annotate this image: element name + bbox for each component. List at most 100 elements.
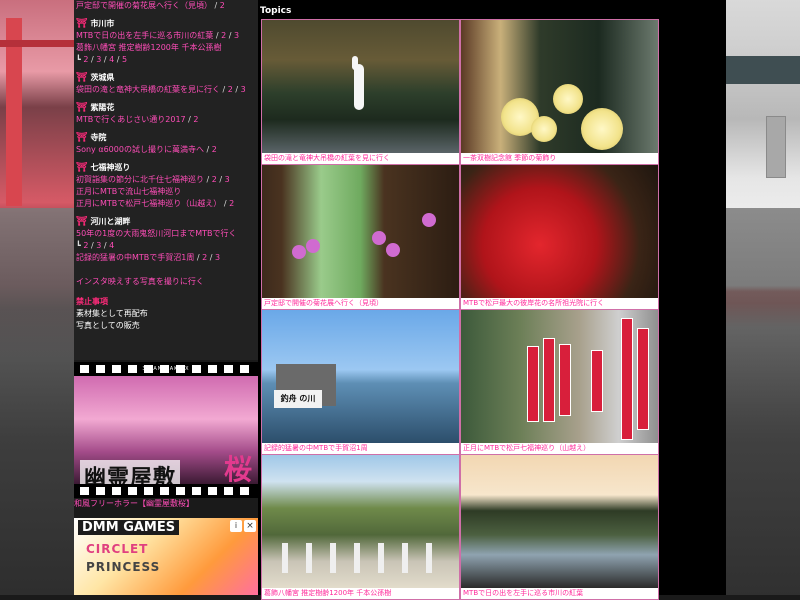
- banner-flag: [559, 344, 571, 416]
- topic-caption[interactable]: 葛飾八幡宮 推定樹齢1200年 千本公孫樹: [262, 588, 459, 599]
- stone-post: [354, 543, 360, 573]
- topic-tile[interactable]: 正月にMTBで松戸七福神巡り（山越え）: [460, 309, 659, 455]
- stone-post: [378, 543, 384, 573]
- sidebar-link[interactable]: 戸定邸で開催の菊花展へ行く（見頃）: [76, 1, 212, 10]
- topic-photo[interactable]: [461, 165, 658, 298]
- chrysanthemum: [581, 108, 623, 150]
- background-left-photo: [0, 0, 74, 595]
- banner-flag: [527, 346, 539, 422]
- sidebar-link[interactable]: MTBで行くあじさい通り2017: [76, 115, 186, 124]
- sidebar-row: ┗ 2 / 3 / 4: [76, 240, 256, 252]
- sidebar: 戸定邸で開催の菊花展へ行く（見頃） / 2 ⛩ 市川市 MTBで日の出を左手に巡る市…: [74, 0, 259, 360]
- sidebar-row: 正月にMTBで流山七福神巡り: [76, 186, 256, 198]
- region-heading: ⛩ 紫陽花: [76, 102, 256, 114]
- sidebar-link[interactable]: 2: [193, 115, 198, 124]
- topic-photo[interactable]: [461, 20, 658, 153]
- sidebar-link[interactable]: 3: [225, 175, 230, 184]
- stone-post: [402, 543, 408, 573]
- topic-photo[interactable]: [262, 165, 459, 298]
- stone-post: [426, 543, 432, 573]
- sidebar-link[interactable]: 2: [212, 145, 217, 154]
- background-right-photo: [726, 0, 800, 595]
- prohibited-title: 禁止事項: [76, 297, 108, 306]
- stone-post: [306, 543, 312, 573]
- separator: /: [232, 85, 241, 94]
- separator: /: [194, 253, 203, 262]
- separator: /: [213, 31, 222, 40]
- topic-caption[interactable]: MTBで日の出を左手に巡る市川の紅葉: [461, 588, 658, 599]
- dmm-ad-banner[interactable]: DMM GAMES CIRCLET PRINCESS i ×: [74, 518, 258, 595]
- topic-caption[interactable]: MTBで松戸最大の彼岸花の名所祖光院に行く: [461, 298, 658, 309]
- topic-tile[interactable]: 葛飾八幡宮 推定樹齢1200年 千本公孫樹: [261, 454, 460, 600]
- stone-post: [282, 543, 288, 573]
- ad-info-icon[interactable]: i: [230, 520, 242, 532]
- region-heading: ⛩ 七福神巡り: [76, 162, 256, 174]
- sidebar-link[interactable]: 5: [122, 55, 127, 64]
- topic-tile[interactable]: 戸定邸で開催の菊花展へ行く（見頃）: [261, 164, 460, 310]
- topic-tile[interactable]: 釣舟 の川 記録的猛暑の中MTBで手賀沼1周: [261, 309, 460, 455]
- stone-post: [330, 543, 336, 573]
- sidebar-link[interactable]: Sony α6000の試し撮りに萬満寺へ: [76, 145, 204, 154]
- region-name: 市川市: [90, 19, 115, 28]
- sidebar-link[interactable]: 3: [241, 85, 246, 94]
- sidebar-link[interactable]: 初賀詣集の節分に北千住七福神巡り: [76, 175, 204, 184]
- topic-caption[interactable]: 記録的猛暑の中MTBで手賀沼1周: [262, 443, 459, 454]
- sidebar-row: 初賀詣集の節分に北千住七福神巡り / 2 / 3: [76, 174, 256, 186]
- film-banner-ad[interactable]: 3 KANIDAK EX 幽霊屋敷 桜: [74, 362, 258, 498]
- topic-tile[interactable]: 一茶双樹記念館 季節の菊飾り: [460, 19, 659, 165]
- topic-photo[interactable]: [461, 310, 658, 443]
- prohibited-item: 写真としての販売: [76, 321, 140, 330]
- separator: /: [114, 55, 122, 64]
- close-icon[interactable]: ×: [244, 520, 256, 532]
- chrysanthemum: [386, 243, 400, 257]
- page-link[interactable]: 2: [220, 1, 225, 10]
- topic-tile[interactable]: MTBで松戸最大の彼岸花の名所祖光院に行く: [460, 164, 659, 310]
- sidebar-link[interactable]: インスタ映えする写真を撮りに行く: [76, 277, 204, 286]
- banner-flag: [621, 318, 633, 440]
- sidebar-link[interactable]: 3: [234, 31, 239, 40]
- sidebar-link[interactable]: 4: [109, 241, 114, 250]
- sidebar-link[interactable]: 2: [229, 199, 234, 208]
- region-name: 七福神巡り: [90, 163, 131, 172]
- sidebar-regions: ⛩ 市川市 MTBで日の出を左手に巡る市川の紅葉 / 2 / 3 葛飾八幡宮 推定樹齢…: [76, 18, 256, 288]
- chrysanthemum: [531, 116, 557, 142]
- topic-tile[interactable]: 袋田の滝と竜神大吊橋の紅葉を見に行く: [261, 19, 460, 165]
- heron: [354, 64, 364, 110]
- background-reflection: [726, 208, 800, 595]
- sidebar-link[interactable]: 3: [215, 253, 220, 262]
- region-name: 河川と湖畔: [90, 217, 131, 226]
- chrysanthemum: [422, 213, 436, 227]
- topic-caption[interactable]: 正月にMTBで松戸七福神巡り（山越え）: [461, 443, 658, 454]
- sidebar-link[interactable]: 葛飾八幡宮 推定樹齢1200年 千本公孫樹: [76, 43, 221, 52]
- sidebar-row: インスタ映えする写真を撮りに行く: [76, 276, 256, 288]
- sidebar-link[interactable]: 50年の1度の大雨鬼怒川河口までMTBで行く: [76, 229, 237, 238]
- topic-tile[interactable]: MTBで日の出を左手に巡る市川の紅葉: [460, 454, 659, 600]
- sidebar-link[interactable]: 記録的猛暑の中MTBで手賀沼1周: [76, 253, 194, 262]
- separator: /: [203, 145, 212, 154]
- film-strip-bottom: [74, 484, 258, 498]
- separator: /: [101, 55, 110, 64]
- topic-photo[interactable]: [461, 455, 658, 588]
- sidebar-link[interactable]: 袋田の滝と竜神大吊橋の紅葉を見に行く: [76, 85, 220, 94]
- sidebar-link[interactable]: MTBで日の出を左手に巡る市川の紅葉: [76, 31, 213, 40]
- topic-caption[interactable]: 一茶双樹記念館 季節の菊飾り: [461, 153, 658, 164]
- topic-photo[interactable]: [262, 455, 459, 588]
- separator: /: [216, 175, 225, 184]
- separator: /: [226, 31, 234, 40]
- separator: /: [212, 1, 220, 10]
- film-sakura: 桜: [223, 453, 252, 486]
- topic-photo[interactable]: [262, 20, 459, 153]
- separator: /: [204, 175, 212, 184]
- dmm-game-title-line2: PRINCESS: [86, 560, 161, 574]
- topic-caption[interactable]: 戸定邸で開催の菊花展へ行く（見頃）: [262, 298, 459, 309]
- topic-caption[interactable]: 袋田の滝と竜神大吊橋の紅葉を見に行く: [262, 153, 459, 164]
- stone-lantern: [766, 116, 786, 178]
- film-caption-link[interactable]: 和風フリーホラー【幽霊屋敷桜】: [74, 499, 194, 508]
- sidebar-link[interactable]: 正月にMTBで松戸七福神巡り（山越え）: [76, 199, 221, 208]
- sidebar-link[interactable]: 正月にMTBで流山七福神巡り: [76, 187, 181, 196]
- topic-photo[interactable]: 釣舟 の川: [262, 310, 459, 443]
- sidebar-row: Sony α6000の試し撮りに萬満寺へ / 2: [76, 144, 256, 156]
- dmm-game-title-line1: CIRCLET: [86, 542, 149, 556]
- separator: /: [207, 253, 216, 262]
- film-label: 3 KANIDAK EX: [142, 366, 190, 372]
